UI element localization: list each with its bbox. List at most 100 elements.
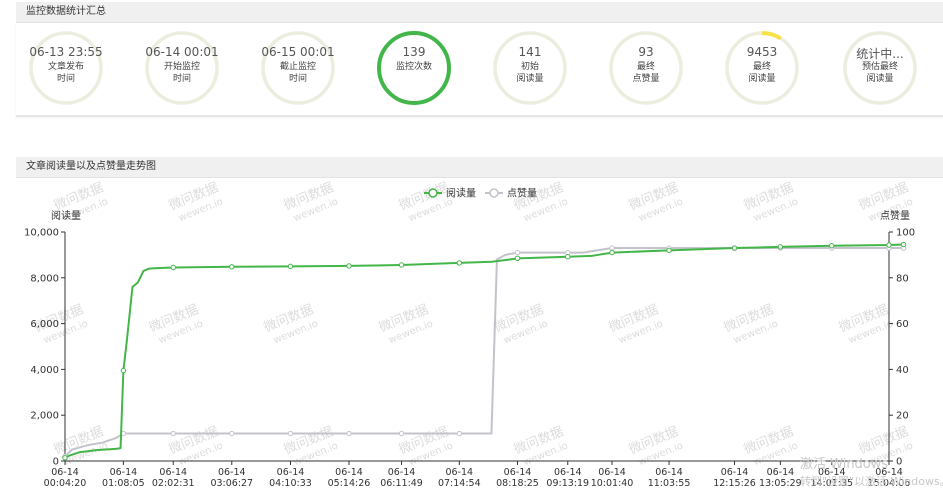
x-tick-label-time: 05:14:26 [328, 478, 371, 489]
trend-chart-svg: 微问数据wewen.io 微问数据wewen.io 微问数据wewen.io 微问数据… [24, 180, 943, 489]
data-point[interactable] [829, 243, 835, 249]
y-tick-label-right: 60 [896, 319, 909, 330]
stat-label: 截止监控 [279, 62, 316, 72]
y-tick-label-right: 100 [896, 228, 915, 239]
x-tick-label-time: 06:11:49 [380, 478, 423, 489]
stats-panel-header: 监控数据统计汇总 [16, 2, 943, 23]
data-point[interactable] [287, 430, 294, 437]
data-point[interactable] [456, 430, 463, 437]
stat-label: 点赞量 [632, 74, 660, 84]
stat-card: 9453 最终阅读量 [722, 28, 802, 108]
y-axis-right-name: 点赞量 [880, 209, 910, 222]
x-tick-label-date: 06-14 [721, 467, 749, 478]
stat-label: 时间 [56, 74, 75, 84]
watermark: 微问数据wewen.io [627, 424, 685, 468]
data-point[interactable] [456, 260, 463, 266]
stat-value: 141 [518, 45, 542, 59]
y-tick-label-left: 4,000 [30, 365, 59, 376]
x-tick-label-date: 06-14 [110, 467, 138, 478]
stat-label: 监控次数 [395, 62, 432, 72]
legend-label: 点赞量 [507, 187, 537, 200]
watermark: 微问数据wewen.io [282, 180, 340, 224]
x-tick-label-time: 04:10:33 [269, 478, 312, 489]
y-tick-label-right: 20 [896, 411, 909, 422]
x-tick-label-date: 06-14 [218, 467, 246, 478]
data-point[interactable] [398, 262, 405, 268]
data-point[interactable] [398, 430, 405, 437]
stat-value: 9453 [746, 45, 778, 59]
os-activation-title: 激活 Windows [800, 457, 888, 472]
data-point[interactable] [229, 264, 235, 270]
x-tick-label-date: 06-14 [767, 467, 795, 478]
y-tick-label-right: 40 [896, 365, 909, 376]
stat-value: 139 [402, 45, 426, 59]
stats-panel: 06-13 23:55 文章发布 时间 06-14 00:01 开始监控 时间 06-15 … [16, 23, 943, 117]
stat-value: 93 [638, 45, 654, 59]
stat-value: 统计中... [856, 47, 904, 61]
stat-value: 06-13 23:55 [29, 45, 103, 59]
legend-marker [428, 188, 438, 198]
watermark: 微问数据wewen.io [837, 302, 895, 346]
legend-item[interactable]: 点赞量 [485, 187, 537, 200]
x-tick-label-date: 06-14 [446, 467, 474, 478]
data-point[interactable] [514, 255, 521, 262]
stat-card: 06-15 00:01 截止监控 时间 [258, 28, 338, 108]
stat-label: 阅读量 [516, 74, 544, 84]
data-point[interactable] [886, 242, 892, 248]
data-point[interactable] [900, 241, 907, 248]
x-tick-label-time: 12:15:26 [713, 478, 756, 489]
legend-item[interactable]: 阅读量 [424, 187, 476, 200]
data-point[interactable] [170, 430, 176, 437]
y-tick-label-left: 0 [53, 457, 59, 468]
watermark: 微问数据wewen.io [512, 180, 570, 224]
x-tick-label-time: 09:13:19 [546, 478, 589, 489]
watermark: 微问数据wewen.io [167, 424, 225, 468]
watermark: 微问数据wewen.io [397, 424, 455, 468]
y-axis-left-name: 阅读量 [51, 209, 81, 222]
x-tick-label-time: 08:18:25 [496, 478, 539, 489]
x-tick-label-time: 10:01:40 [591, 478, 634, 489]
y-tick-label-right: 0 [896, 457, 902, 468]
data-point[interactable] [609, 245, 615, 251]
x-tick-label-date: 06-14 [504, 467, 532, 478]
data-point[interactable] [346, 430, 352, 437]
watermark: 微问数据wewen.io [377, 302, 435, 346]
data-point[interactable] [777, 244, 784, 250]
data-point[interactable] [346, 263, 352, 269]
data-point[interactable] [229, 430, 235, 437]
y-tick-label-left: 2,000 [30, 411, 59, 422]
data-point[interactable] [666, 247, 672, 254]
data-point[interactable] [731, 245, 738, 251]
chart-panel-title: 文章阅读量以及点赞量走势图 [26, 161, 156, 172]
stat-label: 阅读量 [748, 74, 776, 84]
x-tick-label-date: 06-14 [388, 467, 416, 478]
y-tick-label-left: 8,000 [30, 273, 59, 284]
data-point[interactable] [565, 254, 571, 260]
stat-card: 139 监控次数 [374, 28, 454, 108]
x-tick-label-date: 06-14 [51, 467, 79, 478]
x-tick-label-date: 06-14 [554, 467, 582, 478]
stat-label: 预估最终 [861, 62, 898, 72]
watermark: 微问数据wewen.io [607, 302, 665, 346]
data-point[interactable] [609, 249, 615, 256]
data-point[interactable] [170, 264, 176, 271]
y-tick-label-left: 10,000 [24, 228, 59, 239]
data-point[interactable] [62, 455, 68, 461]
data-point[interactable] [287, 263, 294, 270]
stat-label: 最终 [752, 62, 771, 72]
x-tick-label-date: 06-14 [655, 467, 683, 478]
trend-chart: 微问数据 wewen.io 微问数据 wewen.io 微问数据 wewen.io 微问数据… [16, 180, 943, 499]
y-tick-label-left: 6,000 [30, 319, 59, 330]
x-tick-label-time: 00:04:20 [44, 478, 87, 489]
x-tick-label-time: 03:06:27 [210, 478, 253, 489]
chart-panel-header: 文章阅读量以及点赞量走势图 [16, 157, 943, 178]
watermark: 微问数据wewen.io [512, 424, 570, 468]
watermark: 微问数据wewen.io [722, 302, 780, 346]
series-line-reads [64, 243, 904, 459]
data-point[interactable] [514, 249, 521, 256]
x-tick-label-time: 02:02:31 [152, 478, 195, 489]
stat-card: 06-14 00:01 开始监控 时间 [142, 28, 222, 108]
data-point[interactable] [120, 367, 127, 374]
stat-value: 06-14 00:01 [145, 45, 219, 59]
watermark: 微问数据wewen.io [262, 302, 320, 346]
